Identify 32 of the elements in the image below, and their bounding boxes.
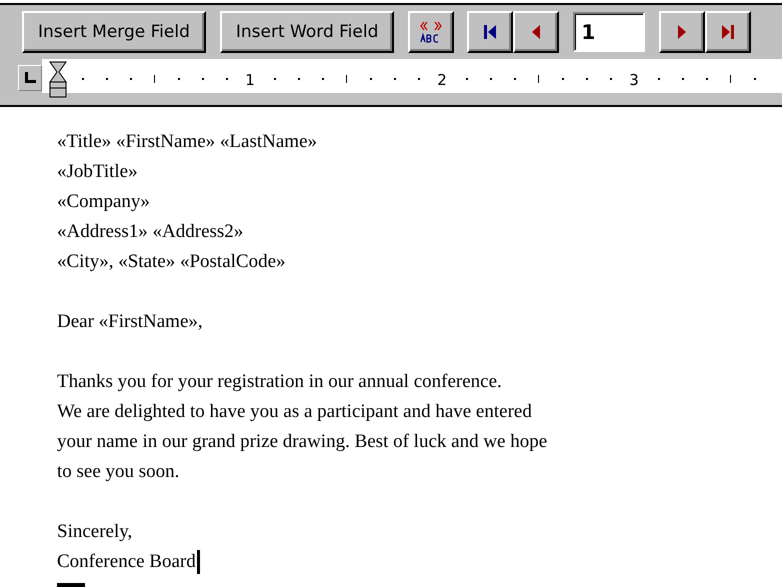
document-line: Dear «FirstName», bbox=[57, 310, 204, 334]
ruler-number: 2 bbox=[437, 71, 447, 89]
left-tab-icon bbox=[23, 72, 37, 84]
ruler-number: 3 bbox=[629, 71, 639, 89]
document-line: Sincerely, bbox=[57, 520, 134, 544]
document-line: Conference Board bbox=[57, 550, 196, 574]
record-number-field[interactable]: 1 bbox=[573, 12, 646, 52]
document-line: «City», «State» «PostalCode» bbox=[57, 250, 287, 274]
document-line: We are delighted to have you as a participant and have entered bbox=[57, 400, 533, 424]
previous-record-button[interactable] bbox=[513, 11, 560, 53]
document-line: to see you soon. bbox=[57, 460, 180, 484]
document-line: «Company» bbox=[57, 190, 151, 214]
insert-button[interactable]: Insert Merge Field bbox=[22, 11, 206, 53]
merge-fields-button[interactable] bbox=[408, 11, 454, 53]
first-record-button[interactable] bbox=[467, 11, 514, 53]
previous-record-icon bbox=[531, 24, 542, 40]
last-record-button[interactable] bbox=[705, 11, 752, 53]
indent-marker[interactable] bbox=[49, 62, 67, 98]
end-of-document-mark bbox=[57, 583, 85, 587]
merge-field-icon bbox=[418, 20, 444, 44]
last-record-icon bbox=[721, 24, 736, 40]
document-line: Thanks you for your registration in our annual conference. bbox=[57, 370, 503, 394]
document-line: your name in our grand prize drawing. Best of luck and we hope bbox=[57, 430, 548, 454]
next-record-button[interactable] bbox=[659, 11, 706, 53]
tab-selector[interactable] bbox=[18, 65, 42, 91]
ruler-number: 1 bbox=[245, 71, 255, 89]
first-record-icon bbox=[483, 24, 498, 40]
insert-button[interactable]: Insert Word Field bbox=[220, 11, 394, 53]
document-line: «Title» «FirstName» «LastName» bbox=[57, 130, 318, 154]
next-record-icon bbox=[677, 24, 688, 40]
document-line: «JobTitle» bbox=[57, 160, 139, 184]
document-line: «Address1» «Address2» bbox=[57, 220, 244, 244]
